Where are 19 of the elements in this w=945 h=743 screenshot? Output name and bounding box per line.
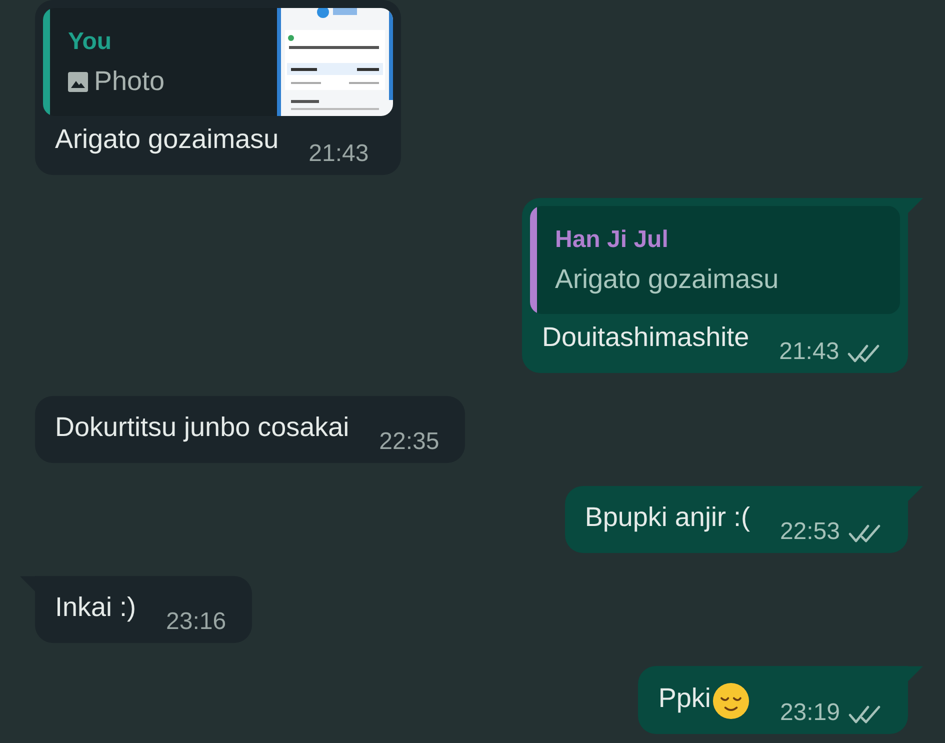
message-text: Arigato gozaimasu (55, 124, 279, 156)
quoted-message[interactable]: Han Ji Jul Arigato gozaimasu (530, 206, 900, 314)
message-time: 22:35 (379, 428, 440, 456)
message-time: 23:19 (780, 700, 840, 726)
message-time: 21:43 (308, 140, 369, 168)
message-time: 22:53 (780, 518, 840, 546)
message-text: Inkai :) (55, 592, 136, 624)
quoted-message[interactable]: You Photo (43, 8, 393, 116)
message-text: Ppki (658, 683, 711, 716)
message-text: Douitashimashite (542, 322, 750, 354)
quote-author: Han Ji Jul (555, 226, 670, 254)
message-text: Bpupki anjir :( (584, 502, 750, 534)
quote-text: Arigato gozaimasu (555, 264, 779, 296)
message-text: Dokurtitsu junbo cosakai (55, 412, 350, 444)
quote-text: Photo (94, 66, 165, 97)
message-time: 23:16 (166, 608, 226, 636)
quote-author: You (68, 28, 113, 56)
image-icon (68, 72, 88, 92)
message-time: 21:43 (779, 338, 840, 366)
